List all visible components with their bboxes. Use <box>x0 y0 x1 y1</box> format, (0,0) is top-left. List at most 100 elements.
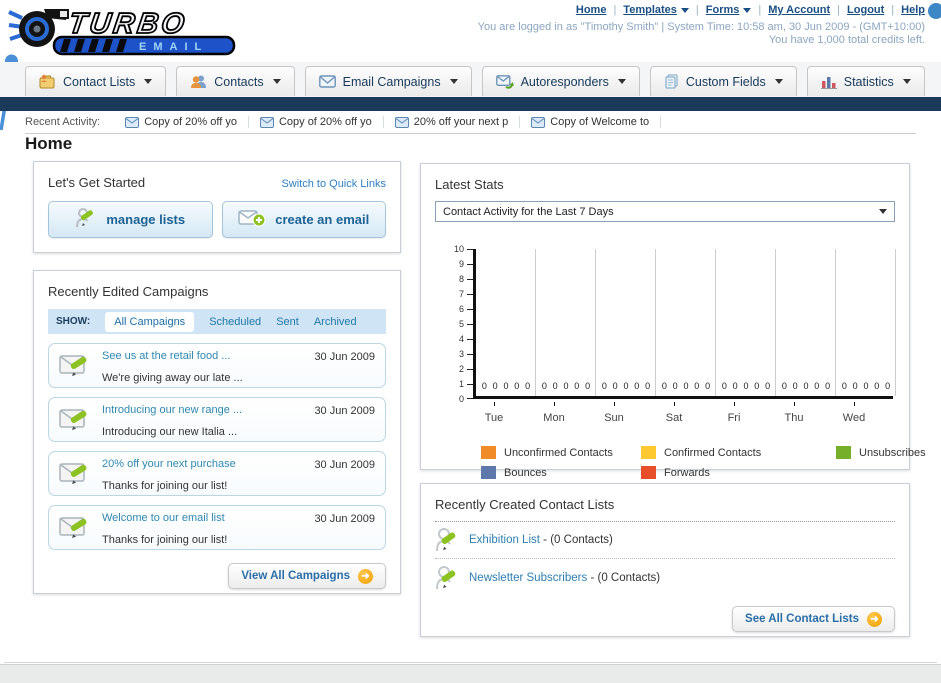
recent-activity-item[interactable]: Copy of 20% off yo <box>249 116 384 128</box>
nav-tab-custom-fields[interactable]: Custom Fields <box>649 66 797 96</box>
footer-strip <box>0 664 941 683</box>
x-axis-tick <box>853 402 855 406</box>
y-axis-tick <box>467 398 473 399</box>
value-label: 0 <box>803 381 809 391</box>
autoresponders-icon <box>495 74 514 89</box>
y-axis-tick <box>467 309 473 310</box>
recent-activity-item[interactable]: Copy of Welcome to <box>520 116 662 128</box>
campaign-title-link[interactable]: Introducing our new range ... <box>102 404 242 416</box>
value-label: 0 <box>634 381 640 391</box>
envelope-icon <box>531 116 546 128</box>
logo-title-text: TURBO <box>67 8 190 40</box>
stats-metric-select[interactable]: Contact Activity for the Last 7 Days <box>435 201 895 222</box>
header-link-templates[interactable]: Templates <box>623 4 689 16</box>
x-axis-tick <box>673 402 675 406</box>
nav-tab-statistics[interactable]: Statistics <box>806 66 925 96</box>
recent-activity-item[interactable]: Copy of 20% off yo <box>114 116 249 128</box>
manage-lists-button[interactable]: manage lists <box>48 201 213 238</box>
chevron-down-icon <box>449 79 458 84</box>
value-label: 0 <box>825 381 831 391</box>
campaign-item[interactable]: See us at the retail food ... We're givi… <box>48 343 386 388</box>
campaign-subtitle: Introducing our new Italia ... <box>102 425 238 438</box>
contact-list-name-link[interactable]: Newsletter Subscribers <box>469 572 587 584</box>
campaign-subtitle: We're giving away our late ... <box>102 371 243 384</box>
recent-activity-label: Recent Activity: <box>25 116 101 128</box>
contact-list-item[interactable]: Exhibition List - (0 Contacts) <box>435 522 895 559</box>
nav-tab-label: Statistics <box>843 74 894 89</box>
contact-list-item[interactable]: Newsletter Subscribers - (0 Contacts) <box>435 559 895 596</box>
envelope-icon <box>259 116 274 128</box>
campaign-filter-all-campaigns[interactable]: All Campaigns <box>105 311 195 332</box>
chevron-down-icon <box>902 79 911 84</box>
person-pencil-icon <box>436 565 456 589</box>
value-label: 0 <box>541 381 547 391</box>
switch-quick-links-link[interactable]: Switch to Quick Links <box>281 178 386 190</box>
chevron-down-icon <box>774 79 783 84</box>
value-label: 0 <box>705 381 711 391</box>
value-label: 0 <box>481 381 487 391</box>
legend-label: Unsubscribes <box>859 446 926 459</box>
contact-list-count: (0 Contacts) <box>550 534 613 546</box>
person-pencil-icon <box>436 528 456 552</box>
campaign-title-link[interactable]: 20% off your next purchase <box>102 458 236 470</box>
nav-tab-contacts[interactable]: Contacts <box>176 66 295 96</box>
nav-tab-label: Custom Fields <box>685 74 766 89</box>
campaign-subtitle: Thanks for joining our list! <box>102 533 228 546</box>
envelope-pencil-icon <box>59 355 87 376</box>
header-link-help[interactable]: Help <box>901 4 925 16</box>
main-nav: Contact Lists Contacts Email Campaigns A… <box>0 62 941 97</box>
see-all-contact-lists-button[interactable]: See All Contact Lists ➜ <box>732 606 895 632</box>
y-axis-tick-label: 7 <box>458 289 464 299</box>
header-blue-dot-icon <box>928 3 941 19</box>
contact-list-name-link[interactable]: Exhibition List <box>469 534 540 546</box>
create-email-label: create an email <box>275 212 370 227</box>
gridline <box>835 249 836 396</box>
value-label: 0 <box>574 381 580 391</box>
activity-item-label: Copy of 20% off yo <box>278 116 372 128</box>
header-link-home[interactable]: Home <box>576 4 607 16</box>
manage-lists-label: manage lists <box>106 212 186 227</box>
view-all-campaigns-button[interactable]: View All Campaigns ➜ <box>228 563 386 589</box>
campaign-date: 30 Jun 2009 <box>314 513 375 525</box>
campaign-filter-archived[interactable]: Archived <box>314 316 357 328</box>
campaign-item[interactable]: Introducing our new range ... Introducin… <box>48 397 386 442</box>
legend-label: Unconfirmed Contacts <box>504 446 613 459</box>
value-label: 0 <box>645 381 651 391</box>
y-axis-tick <box>467 294 473 295</box>
campaign-title-link[interactable]: See us at the retail food ... <box>102 350 230 362</box>
legend-swatch <box>641 466 656 479</box>
header-link-forms[interactable]: Forms <box>706 4 752 16</box>
x-axis-tick-label: Wed <box>842 412 866 424</box>
y-axis-tick <box>467 279 473 280</box>
header-link-logout[interactable]: Logout <box>847 4 884 16</box>
campaign-title-link[interactable]: Welcome to our email list <box>102 512 225 524</box>
campaign-item[interactable]: 20% off your next purchase Thanks for jo… <box>48 451 386 496</box>
recent-activity-item[interactable]: 20% off your next p <box>384 116 521 128</box>
activity-item-label: Copy of 20% off yo <box>144 116 237 128</box>
create-email-button[interactable]: create an email <box>221 201 386 238</box>
y-axis-tick-label: 4 <box>458 334 464 344</box>
value-label: 0 <box>885 381 891 391</box>
campaign-item[interactable]: Welcome to our email list Thanks for joi… <box>48 505 386 550</box>
legend-swatch <box>481 466 496 479</box>
value-label: 0 <box>601 381 607 391</box>
custom-fields-icon <box>664 74 679 89</box>
campaign-filter-scheduled[interactable]: Scheduled <box>209 316 261 328</box>
campaign-filter-sent[interactable]: Sent <box>276 316 299 328</box>
x-axis-category: Mon <box>524 402 584 426</box>
y-axis-tick-label: 2 <box>458 364 464 374</box>
y-axis-tick <box>467 264 473 265</box>
nav-tab-contact-lists[interactable]: Contact Lists <box>25 66 167 96</box>
x-axis-tick <box>493 402 495 406</box>
legend-item: Unconfirmed Contacts <box>481 446 641 459</box>
header-link-my-account[interactable]: My Account <box>768 4 830 16</box>
envelope-plus-icon <box>238 208 266 231</box>
nav-tab-autoresponders[interactable]: Autoresponders <box>481 66 640 96</box>
x-axis-tick-label: Sat <box>665 412 683 424</box>
chevron-down-icon <box>617 79 626 84</box>
value-label: 0 <box>563 381 569 391</box>
separator: | <box>695 4 699 16</box>
page: TURBO EMAIL Home | Templates | Forms | My Acco… <box>0 0 941 683</box>
navy-divider-bar <box>0 97 941 111</box>
nav-tab-email-campaigns[interactable]: Email Campaigns <box>304 66 472 96</box>
